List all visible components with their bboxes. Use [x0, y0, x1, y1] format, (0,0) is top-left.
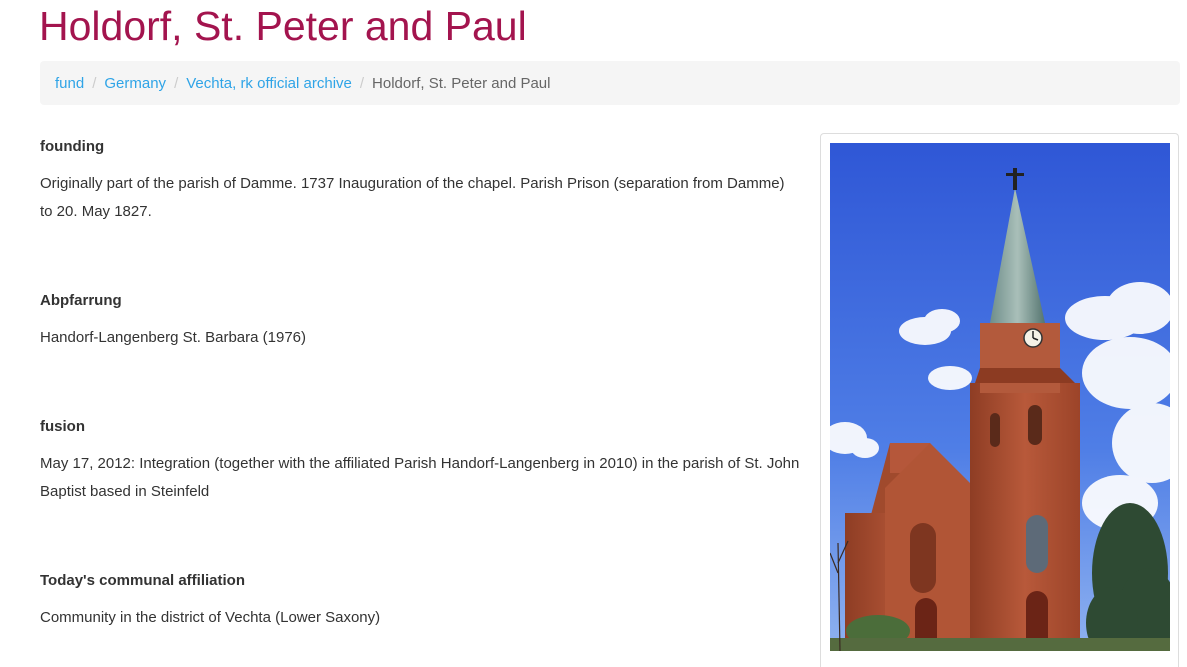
section-founding: founding Originally part of the parish o… — [40, 128, 800, 226]
breadcrumb-separator: / — [174, 74, 179, 92]
section-communal-affiliation: Today's communal affiliation Community i… — [40, 562, 800, 632]
section-heading: fusion — [40, 418, 85, 435]
section-abpfarrung: Abpfarrung Handorf-Langenberg St. Barbar… — [40, 282, 800, 352]
section-heading: Today's communal affiliation — [40, 572, 245, 589]
breadcrumb-link-fund[interactable]: fund — [55, 75, 84, 92]
church-photo-frame — [820, 133, 1179, 667]
breadcrumb-separator: / — [359, 74, 365, 92]
section-text: Community in the district of Vechta (Low… — [40, 609, 381, 626]
breadcrumb-separator: / — [92, 74, 97, 92]
section-text: Handorf-Langenberg St. Barbara (1976) — [40, 329, 307, 346]
breadcrumb-link-germany[interactable]: Germany — [104, 75, 166, 92]
section-fusion: fusion May 17, 2012: Integration (togeth… — [40, 408, 800, 506]
section-heading: Abpfarrung — [40, 292, 122, 309]
section-text: May 17, 2012: Integration (together with… — [40, 455, 800, 500]
section-heading: founding — [40, 138, 105, 155]
section-text: Originally part of the parish of Damme. … — [40, 175, 785, 220]
breadcrumb-link-archive[interactable]: Vechta, rk official archive — [186, 75, 352, 92]
breadcrumb-current: Holdorf, St. Peter and Paul — [372, 74, 551, 92]
church-photo[interactable] — [830, 143, 1170, 651]
page-title: Holdorf, St. Peter and Paul — [39, 3, 527, 49]
breadcrumb: fund / Germany / Vechta, rk official arc… — [40, 61, 1180, 105]
